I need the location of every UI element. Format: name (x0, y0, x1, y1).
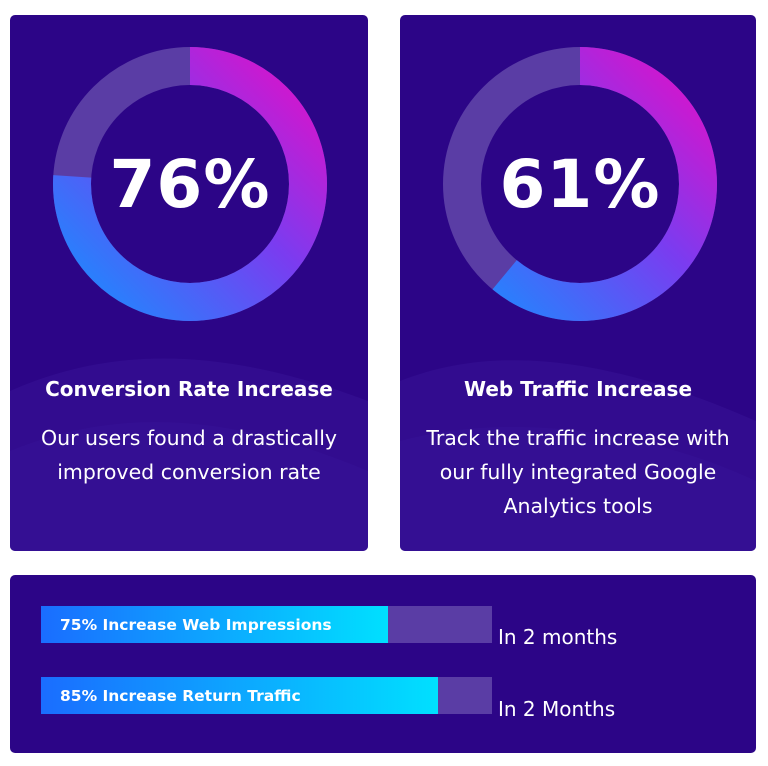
progress-bar-label: 75% Increase Web Impressions (60, 615, 332, 634)
stat-value: 76% (109, 145, 271, 223)
stat-description: Our users found a drastically improved c… (40, 426, 338, 484)
progress-note: In 2 months (498, 625, 618, 649)
donut-chart-conversion: 76% (52, 46, 328, 322)
progress-card: 75% Increase Web Impressions In 2 months… (10, 575, 756, 753)
stat-card-traffic: 61% Web Traffic Increase Track the traff… (400, 15, 756, 551)
stat-description: Track the traffic increase with our full… (426, 426, 730, 518)
donut-chart-traffic: 61% (442, 46, 718, 322)
progress-note: In 2 Months (498, 697, 616, 721)
progress-bar-return-traffic: 85% Increase Return Traffic (41, 677, 492, 714)
stat-card-conversion: 76% Conversion Rate Increase Our users f… (10, 15, 368, 551)
stat-title: Web Traffic Increase (463, 377, 693, 401)
stat-title: Conversion Rate Increase (45, 377, 333, 401)
progress-bar-impressions: 75% Increase Web Impressions (41, 606, 492, 643)
progress-bar-label: 85% Increase Return Traffic (60, 686, 301, 705)
stat-value: 61% (499, 145, 661, 223)
